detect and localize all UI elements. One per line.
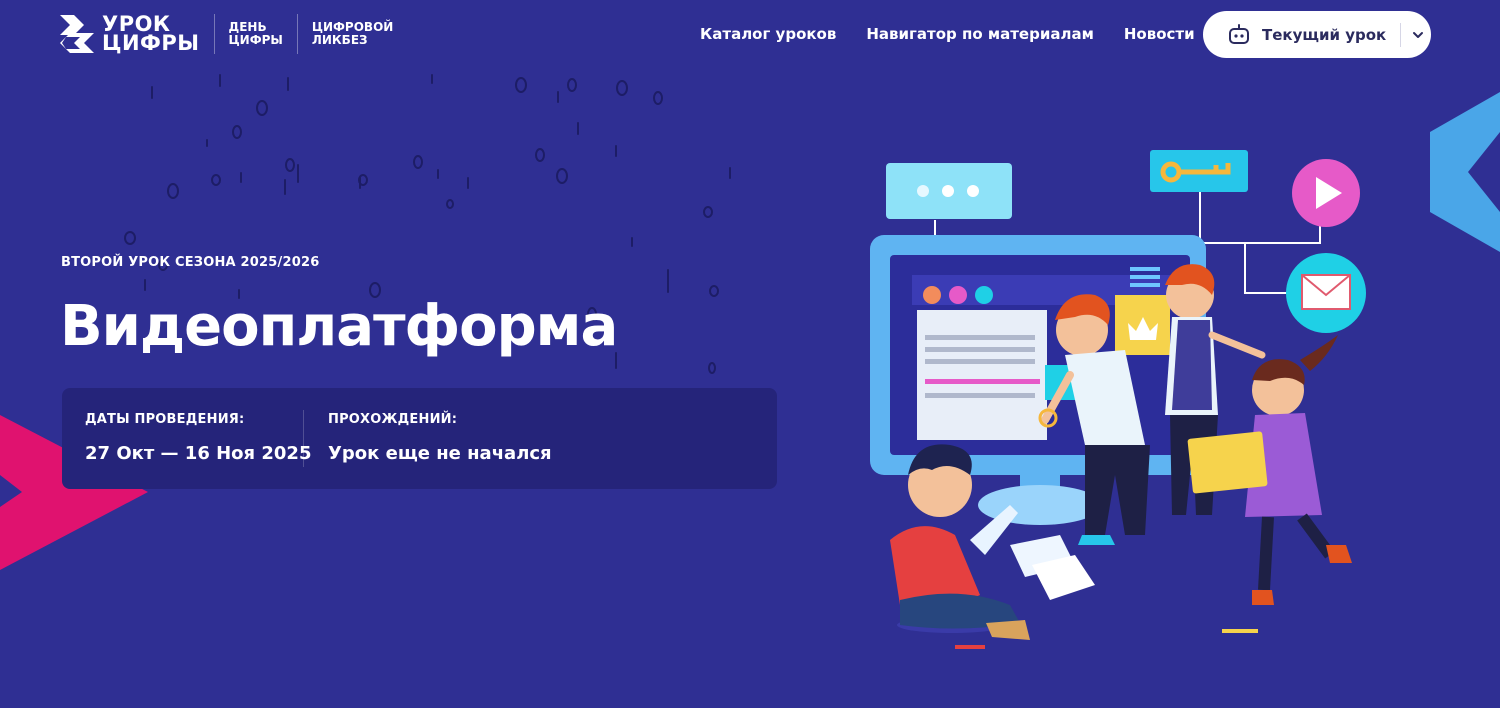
logo-divider <box>296 14 298 54</box>
site-logo[interactable]: УРОК ЦИФРЫ ДЕНЬ ЦИФРЫ ЦИФРОВОЙ ЛИКБЕЗ <box>60 14 393 54</box>
logo-title: УРОК ЦИФРЫ <box>102 14 200 55</box>
nav-link-catalog[interactable]: Каталог уроков <box>700 25 836 43</box>
progress-value: Урок еще не начался <box>328 443 552 464</box>
progress-label: ПРОХОЖДЕНИЙ: <box>328 412 458 427</box>
logo-day-line2: ЦИФРЫ <box>228 33 283 47</box>
season-kicker: ВТОРОЙ УРОК СЕЗОНА 2025/2026 <box>61 255 320 270</box>
logo-day-of-digits[interactable]: ДЕНЬ ЦИФРЫ <box>229 21 283 47</box>
logo-digital-literacy[interactable]: ЦИФРОВОЙ ЛИКБЕЗ <box>312 21 393 47</box>
logo-mark-icon <box>60 15 94 53</box>
logo-title-line2: ЦИФРЫ <box>102 31 200 55</box>
progress-block: ПРОХОЖДЕНИЙ: Урок еще не начался <box>328 412 552 464</box>
robot-icon <box>1229 23 1249 44</box>
dates-label: ДАТЫ ПРОВЕДЕНИЯ: <box>85 412 245 427</box>
main-nav: Каталог уроков Навигатор по материалам Н… <box>700 25 1225 43</box>
blue-chevron-decoration <box>1430 92 1500 252</box>
nav-link-news[interactable]: Новости <box>1124 25 1195 43</box>
button-divider <box>1400 22 1402 47</box>
dates-block: ДАТЫ ПРОВЕДЕНИЯ: 27 Окт — 16 Ноя 2025 <box>85 412 311 464</box>
info-divider <box>303 410 304 467</box>
dates-value: 27 Окт — 16 Ноя 2025 <box>85 443 312 464</box>
current-lesson-button[interactable]: Текущий урок <box>1203 11 1431 58</box>
chevron-down-icon[interactable] <box>1411 28 1425 42</box>
logo-literacy-line2: ЛИКБЕЗ <box>311 33 368 47</box>
page-title: Видеоплатформа <box>60 294 618 359</box>
nav-link-navigator[interactable]: Навигатор по материалам <box>866 25 1093 43</box>
lesson-info-panel: ДАТЫ ПРОВЕДЕНИЯ: 27 Окт — 16 Ноя 2025 ПР… <box>62 388 777 489</box>
logo-divider <box>213 14 215 54</box>
current-lesson-label: Текущий урок <box>1262 25 1387 44</box>
hero-illustration <box>870 150 1366 649</box>
